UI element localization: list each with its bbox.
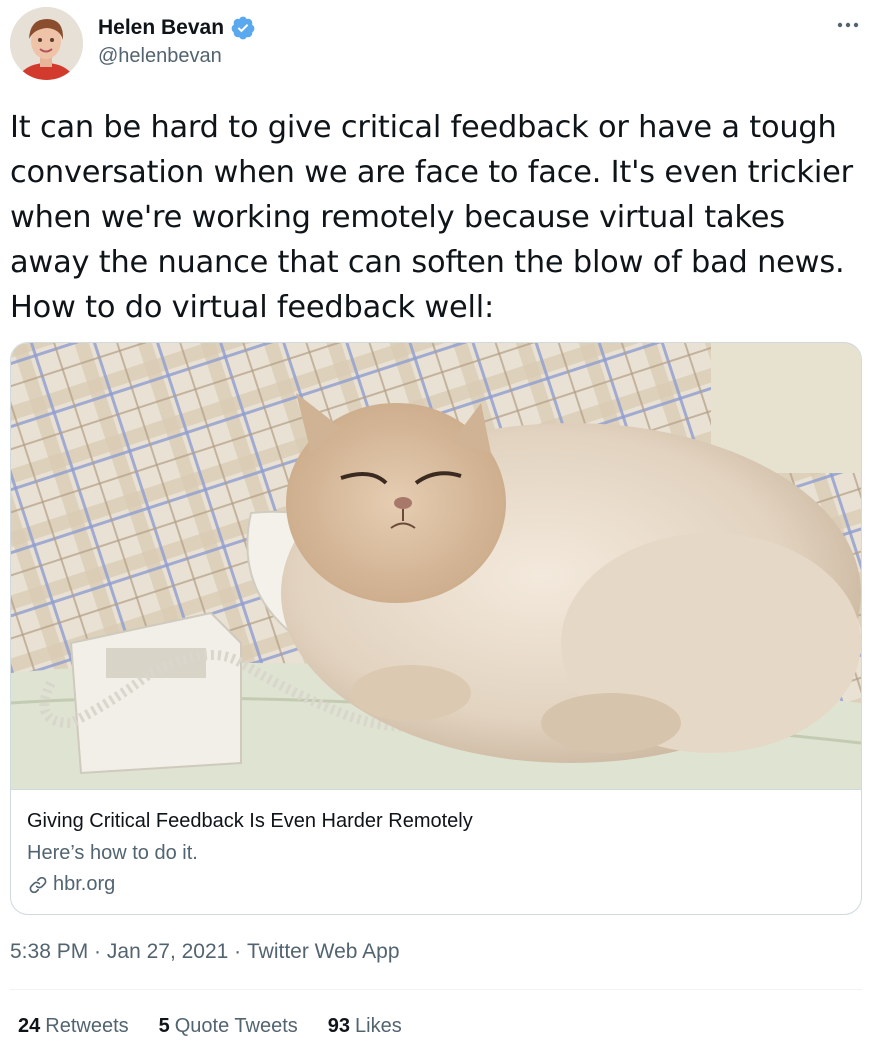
retweets-label: Retweets: [45, 1015, 129, 1037]
name-row: Helen Bevan: [98, 15, 256, 41]
tweet-time[interactable]: 5:38 PM: [10, 940, 88, 964]
retweets-stat[interactable]: 24 Retweets: [18, 1015, 129, 1038]
display-name[interactable]: Helen Bevan: [98, 16, 224, 40]
meta-separator: ·: [228, 940, 247, 963]
persian-cat-with-phone-photo-icon: [11, 343, 861, 789]
more-options-icon[interactable]: [835, 15, 861, 35]
handle[interactable]: @helenbevan: [98, 45, 222, 68]
retweets-count: 24: [18, 1015, 41, 1037]
avatar-photo-icon: [10, 7, 83, 80]
meta-separator: ·: [88, 940, 107, 963]
verified-badge-icon: [231, 16, 255, 40]
likes-label: Likes: [355, 1015, 402, 1037]
tweet-header: Helen Bevan @helenbevan: [10, 5, 871, 81]
card-domain-row: hbr.org: [27, 873, 115, 896]
tweet-timestamp: 5:38 PM · Jan 27, 2021 · Twitter Web App: [10, 940, 400, 964]
tweet-source[interactable]: Twitter Web App: [247, 940, 400, 964]
card-meta: Giving Critical Feedback Is Even Harder …: [11, 789, 861, 914]
avatar[interactable]: [10, 7, 83, 80]
link-icon: [29, 876, 47, 893]
quote-tweets-label: Quote Tweets: [174, 1015, 298, 1037]
link-card[interactable]: Giving Critical Feedback Is Even Harder …: [10, 342, 862, 915]
quote-tweets-count: 5: [158, 1015, 170, 1037]
card-title: Giving Critical Feedback Is Even Harder …: [27, 810, 473, 832]
tweet-date[interactable]: Jan 27, 2021: [107, 940, 228, 964]
engagement-stats: 24 Retweets 5 Quote Tweets 93 Likes: [18, 1015, 432, 1038]
likes-stat[interactable]: 93 Likes: [328, 1015, 402, 1038]
likes-count: 93: [327, 1015, 351, 1037]
card-description: Here’s how to do it.: [27, 842, 198, 864]
quote-tweets-stat[interactable]: 5 Quote Tweets: [159, 1015, 298, 1038]
tweet-text: It can be hard to give critical feedback…: [10, 110, 853, 325]
card-domain: hbr.org: [53, 873, 116, 895]
divider: [10, 989, 862, 990]
